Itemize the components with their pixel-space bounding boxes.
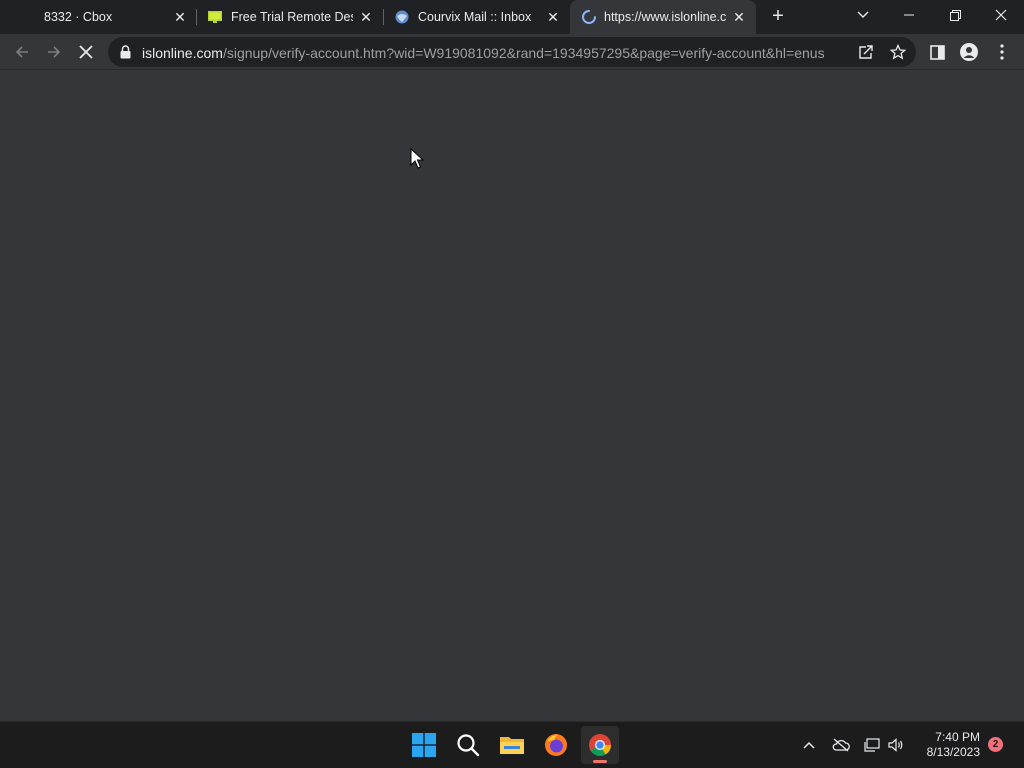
firefox-icon [545, 734, 567, 756]
mouse-cursor-icon [410, 148, 424, 169]
search-icon [457, 734, 480, 757]
minimize-button[interactable] [886, 0, 932, 30]
back-button[interactable] [8, 38, 36, 66]
share-icon [859, 45, 873, 59]
taskbar: 7:40 PM 8/13/2023 2 [0, 721, 1024, 768]
tab-title: Courvix Mail :: Inbox [418, 10, 532, 24]
browser-toolbar: islonline.com/signup/verify-account.htm?… [0, 34, 1024, 70]
show-hidden-icons-button[interactable] [799, 722, 819, 768]
kebab-menu-icon [1000, 44, 1004, 60]
speaker-icon [888, 738, 903, 752]
mail-favicon-icon [395, 10, 409, 24]
minimize-icon [904, 14, 914, 16]
windows-logo-icon [412, 733, 436, 757]
folder-icon [500, 737, 524, 754]
side-panel-button[interactable] [923, 38, 951, 66]
tab-close-icon[interactable]: ✕ [731, 9, 747, 25]
clock-date: 8/13/2023 [926, 745, 980, 759]
close-icon [995, 9, 1007, 21]
tab-cbox[interactable]: 8332 · Cbox ✕ [0, 0, 196, 34]
tab-title: https://www.islonline.co [604, 10, 726, 24]
chevron-up-icon [803, 741, 815, 749]
lock-icon [120, 45, 131, 59]
restore-icon [949, 9, 961, 21]
address-bar[interactable]: islonline.com/signup/verify-account.htm?… [108, 37, 916, 67]
url-text: islonline.com/signup/verify-account.htm?… [142, 45, 825, 61]
side-panel-icon [929, 44, 945, 60]
chrome-button[interactable] [581, 726, 619, 764]
start-button[interactable] [405, 726, 443, 764]
clock[interactable]: 7:40 PM 8/13/2023 [914, 730, 980, 760]
close-window-button[interactable] [978, 0, 1024, 30]
tab-search-button[interactable] [840, 0, 886, 30]
tab-title: 8332 · Cbox [44, 10, 113, 24]
active-app-indicator [593, 760, 607, 763]
chevron-down-icon [857, 11, 869, 18]
network-icon [864, 738, 880, 752]
tab-close-icon[interactable]: ✕ [358, 9, 374, 25]
profile-button[interactable] [955, 38, 983, 66]
chrome-icon [589, 734, 611, 756]
loading-spinner-icon [582, 10, 596, 24]
star-icon [890, 44, 906, 60]
tab-strip: 8332 · Cbox ✕ Free Trial Remote Deskt ✕ … [0, 0, 1024, 34]
arrow-right-icon [48, 46, 61, 58]
clock-time: 7:40 PM [935, 730, 980, 744]
tab-title: Free Trial Remote Deskt [231, 10, 353, 24]
search-button[interactable] [449, 726, 487, 764]
restore-button[interactable] [932, 0, 978, 30]
page-content[interactable] [0, 71, 1024, 721]
arrow-left-icon [15, 46, 28, 58]
new-tab-button[interactable]: + [768, 6, 788, 26]
notification-badge[interactable]: 2 [988, 737, 1003, 752]
bookmark-button[interactable] [884, 38, 912, 66]
menu-button[interactable] [988, 38, 1016, 66]
url-host: islonline.com [142, 45, 223, 61]
network-button[interactable] [862, 722, 882, 768]
onedrive-button[interactable] [829, 722, 853, 768]
share-button[interactable] [852, 38, 880, 66]
tab-close-icon[interactable]: ✕ [172, 9, 188, 25]
tab-free-trial[interactable]: Free Trial Remote Deskt ✕ [197, 0, 383, 34]
stop-loading-button[interactable] [72, 38, 100, 66]
firefox-button[interactable] [537, 726, 575, 764]
tab-islonline-active[interactable]: https://www.islonline.co ✕ [570, 0, 756, 34]
tab-close-icon[interactable]: ✕ [545, 9, 561, 25]
url-path: /signup/verify-account.htm?wid=W91908109… [222, 45, 825, 61]
forward-button[interactable] [40, 38, 68, 66]
avatar-icon [960, 43, 978, 61]
monitor-favicon-icon [208, 11, 222, 23]
tab-courvix-mail[interactable]: Courvix Mail :: Inbox ✕ [384, 0, 570, 34]
close-icon [79, 45, 93, 59]
volume-button[interactable] [886, 722, 906, 768]
file-explorer-button[interactable] [493, 726, 531, 764]
cloud-offline-icon [832, 738, 850, 752]
